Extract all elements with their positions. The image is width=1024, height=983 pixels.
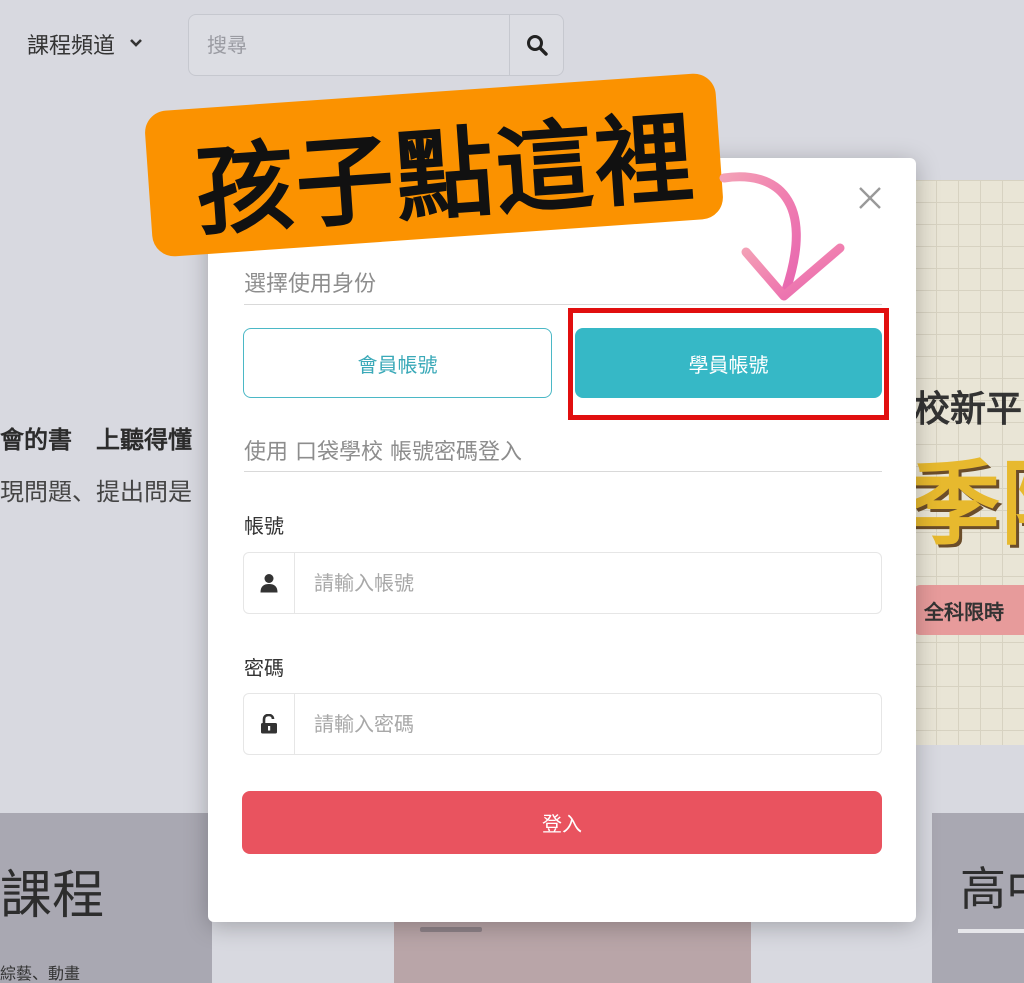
member-account-button[interactable]: 會員帳號: [243, 328, 552, 398]
member-account-label: 會員帳號: [357, 352, 438, 377]
top-navbar: 課程頻道: [0, 0, 1024, 90]
background-text-line: 現問題、提出問是: [0, 478, 192, 506]
course-card[interactable]: [394, 913, 751, 983]
promo-banner[interactable]: 校新平 季限 全科限時: [914, 180, 1024, 745]
account-input[interactable]: [296, 553, 876, 613]
channel-dropdown[interactable]: 課程頻道: [27, 28, 143, 60]
unlock-icon: [244, 694, 295, 754]
course-card-subtitle: 綜藝、動畫: [0, 964, 81, 983]
close-icon: [859, 187, 881, 209]
channel-label: 課程頻道: [27, 34, 116, 59]
student-account-label: 學員帳號: [688, 352, 769, 377]
student-account-button[interactable]: 學員帳號: [575, 328, 882, 398]
pointer-arrow-icon: [719, 172, 845, 301]
divider: [420, 927, 482, 932]
banner-text: 校新平: [914, 389, 1023, 430]
course-card-title: 高中: [960, 862, 1024, 916]
login-button[interactable]: 登入: [242, 791, 882, 854]
background-text-line: 會的書 上聽得懂: [0, 426, 192, 454]
search-button[interactable]: [509, 15, 563, 75]
course-card[interactable]: 課程: [0, 813, 212, 983]
password-label: 密碼: [244, 656, 284, 680]
password-input-group: [243, 693, 882, 755]
banner-headline: 季限: [914, 451, 1024, 558]
role-section-heading: 選擇使用身份: [244, 272, 377, 297]
close-button[interactable]: [856, 184, 884, 212]
login-method-heading: 使用 口袋學校 帳號密碼登入: [244, 440, 522, 465]
user-icon: [244, 553, 295, 613]
divider: [958, 929, 1024, 933]
course-card-title: 課程: [0, 866, 105, 926]
password-input[interactable]: [296, 694, 876, 754]
course-card[interactable]: 高中: [932, 813, 1024, 983]
divider: [244, 471, 882, 472]
account-input-group: [243, 552, 882, 614]
login-button-label: 登入: [542, 812, 582, 836]
search-box: [188, 14, 564, 76]
banner-pill-text: 全科限時: [924, 599, 1004, 624]
account-label: 帳號: [244, 514, 284, 538]
search-input[interactable]: [189, 15, 509, 75]
banner-pill: 全科限時: [914, 585, 1024, 635]
chevron-down-icon: [129, 36, 143, 52]
search-icon: [526, 35, 548, 56]
